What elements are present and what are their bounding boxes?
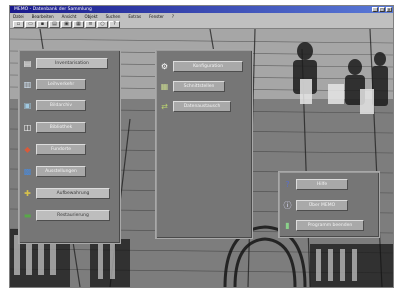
menu-row[interactable]: ? Hilfe [282, 177, 348, 191]
painting-icon: ▩ [23, 166, 32, 176]
minimize-button[interactable]: _ [372, 7, 378, 12]
menu-row[interactable]: ▥ Leihverkehr [22, 77, 86, 91]
book-icon: ▥ [23, 79, 32, 89]
list-icon[interactable]: ≡ [85, 21, 96, 28]
tools-icon: ✚ [24, 188, 31, 198]
search-icon[interactable]: ○ [97, 21, 108, 28]
car-icon: ◆ [24, 144, 31, 154]
window-controls: _ □ × [372, 7, 392, 12]
maximize-button[interactable]: □ [379, 7, 385, 12]
menu-object[interactable]: Objekt [84, 13, 97, 20]
exit-door-icon: ▮ [285, 220, 290, 230]
inventory-button[interactable]: Inventarisation [36, 57, 108, 69]
menu-window[interactable]: Fenster [149, 13, 164, 20]
interfaces-button[interactable]: Schnittstellen [173, 80, 225, 92]
help-button[interactable]: Hilfe [296, 178, 348, 190]
module-panel-right: ? Hilfe ⓘ Über MEMO ▮ Programm beenden [278, 171, 380, 238]
window-title: MEMO - Datenbank der Sammlung [14, 7, 92, 12]
landscape-icon: ▬ [23, 210, 32, 220]
menu-extras[interactable]: Extras [128, 13, 141, 20]
module-panel-middle: ⚙ Konfiguration ▦ Schnittstellen ⇄ Daten… [155, 49, 253, 239]
grid-window-icon: ▦ [160, 81, 169, 91]
document-icon: ▤ [23, 58, 32, 68]
grid-icon[interactable]: ▦ [73, 21, 84, 28]
new-icon[interactable]: ▫ [13, 21, 24, 28]
menu-row[interactable]: ▦ Schnittstellen [159, 79, 225, 93]
menu-row[interactable]: ✚ Aufbewahrung [22, 186, 110, 200]
module-panel-left: ▤ Inventarisation ▥ Leihverkehr ▣ Bildar… [18, 49, 121, 244]
menu-row[interactable]: ⓘ Über MEMO [282, 198, 348, 212]
app-window: MEMO - Datenbank der Sammlung _ □ × Date… [9, 5, 394, 288]
info-icon: ⓘ [283, 200, 292, 210]
menu-row[interactable]: ◆ Fundorte [22, 142, 86, 156]
gear-icon: ⚙ [160, 61, 169, 71]
restoration-button[interactable]: Restaurierung [36, 209, 110, 221]
menu-help[interactable]: ? [172, 13, 174, 20]
menu-row[interactable]: ⚙ Konfiguration [159, 59, 243, 73]
image-archive-button[interactable]: Bildarchiv [36, 99, 86, 111]
print-icon[interactable]: ▤ [49, 21, 60, 28]
toolbar: ▫ ▭ ▪ ▤ ▣ ▦ ≡ ○ ? [10, 20, 393, 29]
photo-icon: ▣ [23, 100, 32, 110]
save-icon[interactable]: ▪ [37, 21, 48, 28]
question-icon: ? [285, 179, 290, 189]
menu-row[interactable]: ▩ Ausstellungen [22, 164, 86, 178]
menu-row[interactable]: ▮ Programm beenden [282, 218, 364, 232]
menu-view[interactable]: Ansicht [62, 13, 77, 20]
copy-icon[interactable]: ▣ [61, 21, 72, 28]
about-button[interactable]: Über MEMO [296, 199, 348, 211]
menu-row[interactable]: ▤ Inventarisation [22, 56, 108, 70]
menu-edit[interactable]: Bearbeiten [32, 13, 54, 20]
library-button[interactable]: Bibliothek [36, 121, 86, 133]
help-icon[interactable]: ? [109, 21, 120, 28]
menu-row[interactable]: ⇄ Datenaustausch [159, 99, 231, 113]
arrows-icon: ⇄ [161, 101, 168, 111]
open-book-icon: ◫ [23, 122, 32, 132]
menu-search[interactable]: Suchen [106, 13, 121, 20]
storage-button[interactable]: Aufbewahrung [36, 187, 110, 199]
exit-program-button[interactable]: Programm beenden [296, 219, 364, 231]
desktop-workspace: ▤ Inventarisation ▥ Leihverkehr ▣ Bildar… [10, 29, 393, 287]
data-exchange-button[interactable]: Datenaustausch [173, 100, 231, 112]
configuration-button[interactable]: Konfiguration [173, 60, 243, 72]
loans-button[interactable]: Leihverkehr [36, 78, 86, 90]
open-icon[interactable]: ▭ [25, 21, 36, 28]
menu-row[interactable]: ◫ Bibliothek [22, 120, 86, 134]
menu-file[interactable]: Datei [13, 13, 24, 20]
title-bar: MEMO - Datenbank der Sammlung [10, 6, 393, 13]
exhibitions-button[interactable]: Ausstellungen [36, 165, 86, 177]
find-sites-button[interactable]: Fundorte [36, 143, 86, 155]
close-button[interactable]: × [386, 7, 392, 12]
menu-row[interactable]: ▣ Bildarchiv [22, 98, 86, 112]
menu-bar: Datei Bearbeiten Ansicht Objekt Suchen E… [10, 13, 393, 20]
menu-row[interactable]: ▬ Restaurierung [22, 208, 110, 222]
